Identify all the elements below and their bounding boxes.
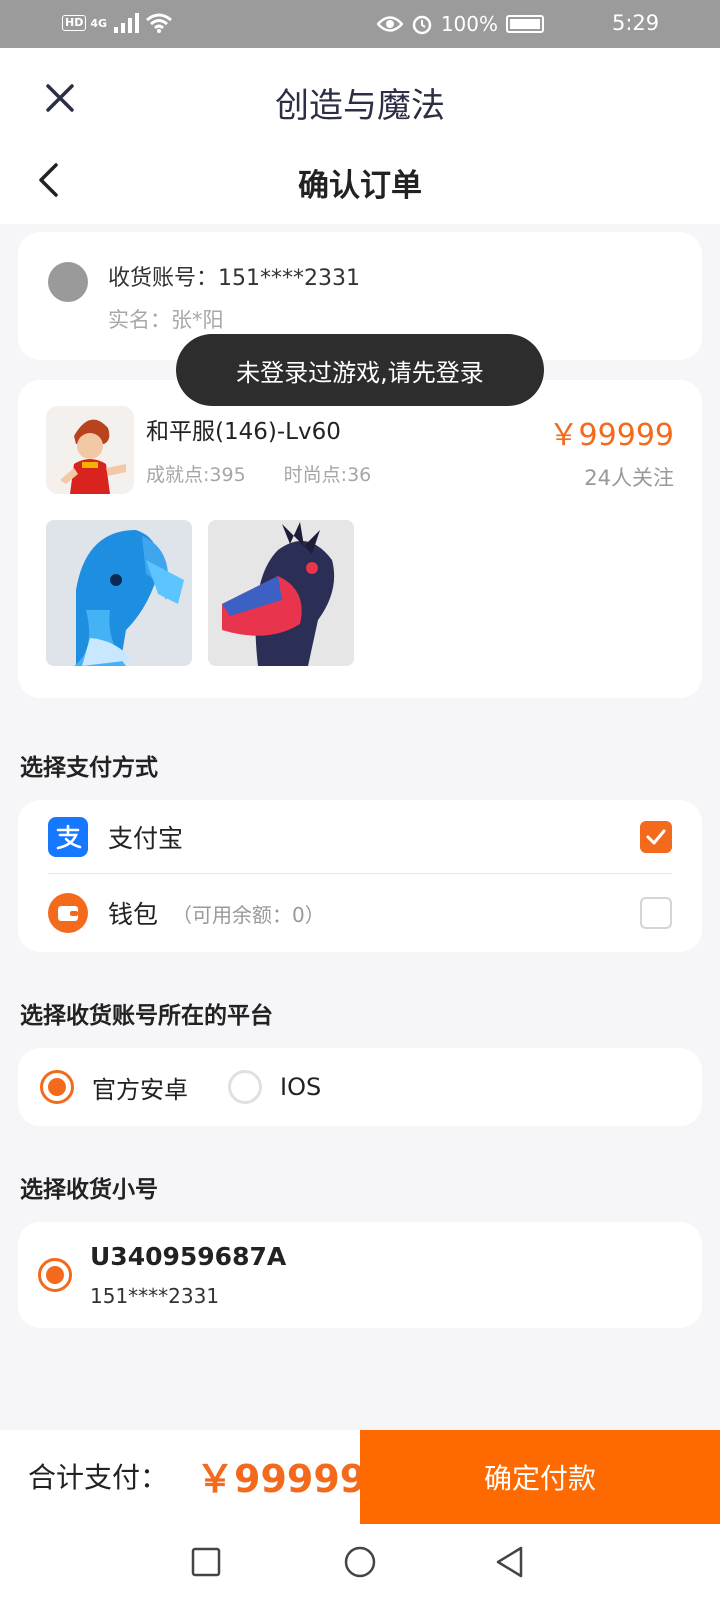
- square-icon: [191, 1547, 221, 1577]
- platform-radio-ios[interactable]: [228, 1070, 262, 1104]
- confirm-pay-button[interactable]: 确定付款: [360, 1430, 720, 1524]
- sub-account-id: U340959687A: [90, 1242, 287, 1271]
- platform-options: 官方安卓 IOS: [18, 1048, 702, 1126]
- wifi-icon: [146, 13, 172, 33]
- sub-account-radio[interactable]: [38, 1258, 72, 1292]
- app-title: 创造与魔法: [275, 86, 445, 126]
- eye-icon: [376, 16, 403, 32]
- sub-account-phone: 151****2331: [90, 1284, 220, 1308]
- avatar: [48, 262, 88, 302]
- alarm-icon: [412, 15, 432, 35]
- platform-section-title: 选择收货账号所在的平台: [20, 1003, 273, 1029]
- status-bar: HD 4G 100% 5:29: [0, 0, 720, 48]
- payment-option-label: 钱包: [108, 900, 159, 929]
- account-number: 收货账号：151****2331: [108, 266, 360, 291]
- status-right: 100%: [376, 12, 544, 36]
- checkout-footer: 合计支付： ￥99999 确定付款: [0, 1430, 720, 1524]
- header: 创造与魔法 确认订单: [0, 48, 720, 224]
- sub-account-section-title: 选择收货小号: [20, 1177, 158, 1203]
- page-title: 确认订单: [298, 168, 422, 204]
- alipay-icon: [48, 816, 88, 857]
- wallet-icon: [48, 893, 88, 933]
- real-name: 实名：张*阳: [108, 308, 224, 332]
- total-amount: ￥99999: [196, 1457, 367, 1501]
- alipay-checkbox[interactable]: [640, 820, 672, 853]
- signal-icon: [114, 13, 140, 33]
- payment-section-title: 选择支付方式: [20, 755, 158, 781]
- fashion-points: 时尚点:36: [283, 464, 372, 486]
- item-title: 和平服(146)-Lv60: [146, 419, 341, 445]
- pet-image-blue-dragon[interactable]: [46, 520, 192, 666]
- payment-option-wallet[interactable]: 钱包 （可用余额：0）: [48, 876, 672, 950]
- network-type: 4G: [90, 16, 108, 30]
- system-nav-bar: [0, 1524, 720, 1600]
- check-icon: [646, 829, 666, 844]
- home-button[interactable]: [340, 1542, 380, 1582]
- wallet-checkbox[interactable]: [640, 897, 672, 929]
- total-label: 合计支付：: [28, 1461, 169, 1494]
- pet-image-dark-bird[interactable]: [208, 520, 354, 666]
- wallet-balance-note: （可用余额：0）: [172, 902, 325, 927]
- battery-icon: [506, 15, 544, 33]
- item-stats: 成就点:395 时尚点:36: [146, 460, 371, 487]
- clock: 5:29: [612, 11, 660, 35]
- recent-apps-button[interactable]: [186, 1542, 226, 1582]
- follower-count: 24人关注: [584, 466, 674, 490]
- character-thumbnail: [46, 406, 134, 494]
- payment-methods: 支付宝 钱包 （可用余额：0）: [18, 800, 702, 952]
- login-toast: 未登录过游戏,请先登录: [176, 334, 544, 406]
- achievement-points: 成就点:395: [146, 464, 246, 486]
- item-price: ￥99999: [548, 418, 674, 453]
- back-nav-button[interactable]: [490, 1542, 530, 1582]
- status-left: HD 4G: [62, 12, 173, 34]
- triangle-back-icon: [496, 1546, 523, 1578]
- sub-account-option[interactable]: U340959687A 151****2331: [18, 1222, 702, 1328]
- payment-option-label: 支付宝: [108, 823, 184, 853]
- payment-option-alipay[interactable]: 支付宝: [48, 800, 672, 874]
- platform-radio-android[interactable]: [40, 1070, 74, 1104]
- battery-percent: 100%: [440, 12, 498, 36]
- platform-label-android[interactable]: 官方安卓: [92, 1070, 188, 1105]
- item-card[interactable]: 和平服(146)-Lv60 成就点:395 时尚点:36 ￥99999 24人关…: [18, 380, 702, 698]
- circle-icon: [344, 1546, 376, 1578]
- platform-label-ios[interactable]: IOS: [280, 1073, 321, 1101]
- hd-badge: HD: [62, 15, 87, 31]
